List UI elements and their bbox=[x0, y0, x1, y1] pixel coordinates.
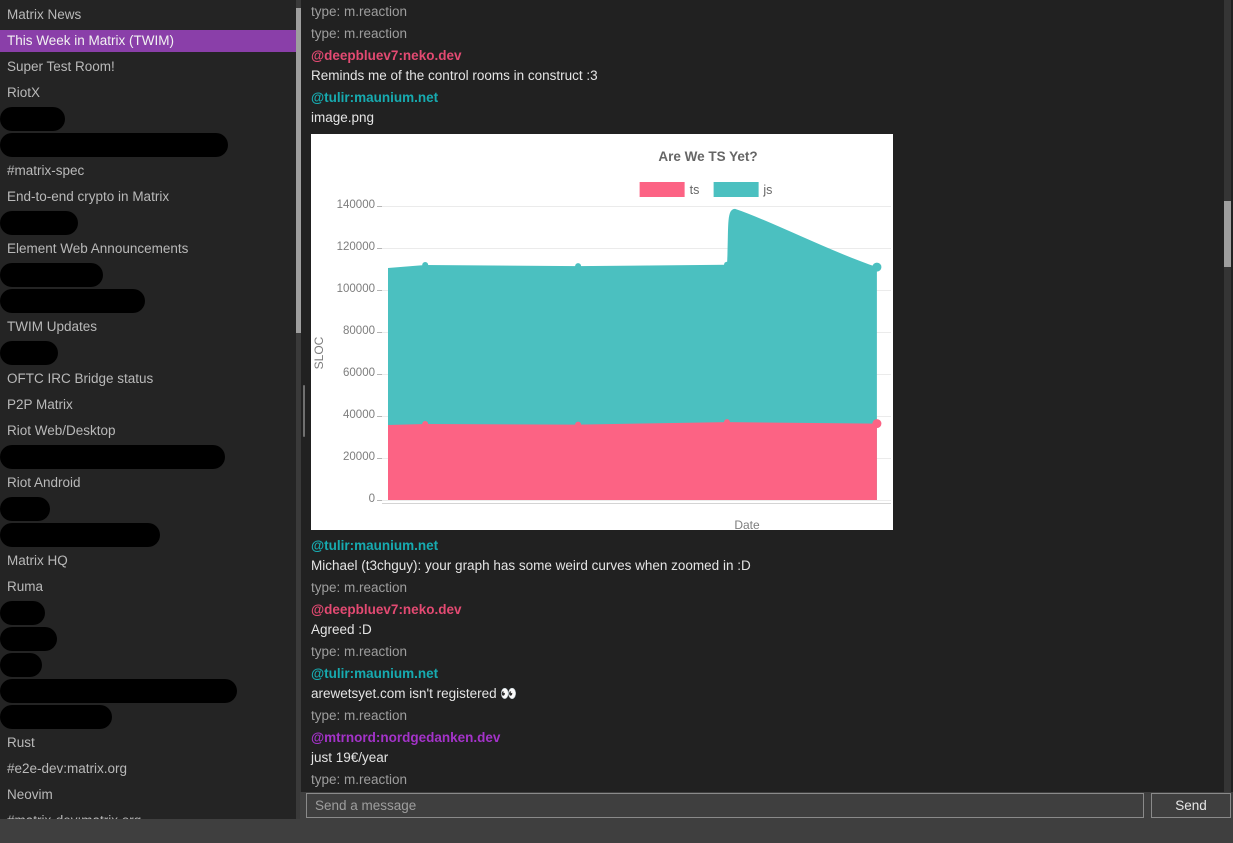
redaction-bar bbox=[0, 289, 145, 313]
redaction-bar bbox=[0, 133, 228, 157]
message-event-type: type: m.reaction bbox=[311, 706, 1224, 726]
room-list-item[interactable]: Rust bbox=[0, 730, 296, 756]
redaction-bar bbox=[0, 679, 237, 703]
room-list-item[interactable]: TWIM Updates bbox=[0, 314, 296, 340]
chat-scrollbar-track[interactable] bbox=[1224, 0, 1231, 792]
room-list-item[interactable]: Matrix News bbox=[0, 2, 296, 28]
room-list-item-redacted[interactable] bbox=[0, 444, 296, 470]
message-event-type: type: m.reaction bbox=[311, 770, 1224, 790]
room-list-item[interactable]: Super Test Room! bbox=[0, 54, 296, 80]
footer-strip bbox=[0, 819, 300, 843]
redaction-bar bbox=[0, 211, 78, 235]
y-tick-label: 20000 bbox=[311, 451, 375, 463]
redaction-bar bbox=[0, 601, 45, 625]
chart-x-axis-line bbox=[382, 503, 891, 504]
send-button[interactable]: Send bbox=[1151, 793, 1231, 818]
redaction-bar bbox=[0, 497, 50, 521]
message-timeline: type: m.reactiontype: m.reaction@deepblu… bbox=[300, 0, 1224, 792]
room-list-item-redacted[interactable] bbox=[0, 340, 296, 366]
room-list-item[interactable]: This Week in Matrix (TWIM) bbox=[0, 30, 296, 52]
room-list-item[interactable]: #matrix-dev:matrix.org bbox=[0, 808, 296, 819]
redaction-bar bbox=[0, 445, 225, 469]
y-tick-label: 0 bbox=[311, 493, 375, 505]
message-group: @tulir:maunium.netMichael (t3chguy): you… bbox=[311, 536, 1224, 790]
room-list-item[interactable]: RiotX bbox=[0, 80, 296, 106]
room-list-item[interactable]: #e2e-dev:matrix.org bbox=[0, 756, 296, 782]
message-event-type: type: m.reaction bbox=[311, 2, 1224, 22]
y-tick-label: 100000 bbox=[311, 283, 375, 295]
room-list-item-redacted[interactable] bbox=[0, 626, 296, 652]
message-sender[interactable]: @deepbluev7:neko.dev bbox=[311, 46, 1224, 66]
room-list-item-redacted[interactable] bbox=[0, 522, 296, 548]
room-list-item[interactable]: Riot Web/Desktop bbox=[0, 418, 296, 444]
room-list-item-redacted[interactable] bbox=[0, 288, 296, 314]
legend-swatch-js bbox=[713, 182, 758, 197]
y-tick-label: 140000 bbox=[311, 199, 375, 211]
chat-scrollbar-thumb[interactable] bbox=[1224, 201, 1231, 267]
room-list-item[interactable]: Neovim bbox=[0, 782, 296, 808]
room-list-item-redacted[interactable] bbox=[0, 132, 296, 158]
chart-legend: ts js bbox=[640, 182, 787, 197]
message-text: Reminds me of the control rooms in const… bbox=[311, 66, 1224, 86]
room-list-item-redacted[interactable] bbox=[0, 262, 296, 288]
message-group: type: m.reactiontype: m.reaction@deepblu… bbox=[311, 2, 1224, 128]
room-list-item[interactable]: Riot Android bbox=[0, 470, 296, 496]
room-list-item-redacted[interactable] bbox=[0, 210, 296, 236]
room-list-item-redacted[interactable] bbox=[0, 496, 296, 522]
chart-y-axis-label: SLOC bbox=[312, 323, 326, 383]
room-list-item[interactable]: Element Web Announcements bbox=[0, 236, 296, 262]
chart-title: Are We TS Yet? bbox=[658, 149, 757, 164]
room-list-item[interactable]: End-to-end crypto in Matrix bbox=[0, 184, 296, 210]
message-input[interactable] bbox=[306, 793, 1144, 818]
message-text: Agreed :D bbox=[311, 620, 1224, 640]
room-list-item-redacted[interactable] bbox=[0, 106, 296, 132]
message-text: arewetsyet.com isn't registered 👀 bbox=[311, 684, 1224, 704]
redaction-bar bbox=[0, 523, 160, 547]
message-sender[interactable]: @tulir:maunium.net bbox=[311, 88, 1224, 108]
room-list-item[interactable]: P2P Matrix bbox=[0, 392, 296, 418]
room-list-item[interactable]: OFTC IRC Bridge status bbox=[0, 366, 296, 392]
message-text: image.png bbox=[311, 108, 1224, 128]
redaction-bar bbox=[0, 341, 58, 365]
chart-canvas bbox=[388, 206, 891, 500]
message-sender[interactable]: @deepbluev7:neko.dev bbox=[311, 600, 1224, 620]
redaction-bar bbox=[0, 705, 112, 729]
redaction-bar bbox=[0, 263, 103, 287]
app-root: { "colors": { "selected_room_bg": "#8a3f… bbox=[0, 0, 1233, 843]
y-tick-label: 120000 bbox=[311, 241, 375, 253]
message-text: Michael (t3chguy): your graph has some w… bbox=[311, 556, 1224, 576]
room-list-item-redacted[interactable] bbox=[0, 600, 296, 626]
attached-image-chart[interactable]: Are We TS Yet? ts js 0200004000060000800… bbox=[311, 134, 893, 530]
room-list-item[interactable]: #matrix-spec bbox=[0, 158, 296, 184]
legend-label-ts: ts bbox=[690, 183, 700, 197]
message-sender[interactable]: @mtrnord:nordgedanken.dev bbox=[311, 728, 1224, 748]
redaction-bar bbox=[0, 107, 65, 131]
room-list-item-redacted[interactable] bbox=[0, 652, 296, 678]
redaction-bar bbox=[0, 627, 57, 651]
room-list-item[interactable]: Ruma bbox=[0, 574, 296, 600]
room-list-item[interactable]: Matrix HQ bbox=[0, 548, 296, 574]
room-list-item-redacted[interactable] bbox=[0, 678, 296, 704]
room-list-item-redacted[interactable] bbox=[0, 704, 296, 730]
y-tick-label: 40000 bbox=[311, 409, 375, 421]
redaction-bar bbox=[0, 653, 42, 677]
legend-swatch-ts bbox=[640, 182, 685, 197]
legend-label-js: js bbox=[763, 183, 772, 197]
message-text: just 19€/year bbox=[311, 748, 1224, 768]
room-list-sidebar: Matrix NewsThis Week in Matrix (TWIM)Sup… bbox=[0, 0, 296, 819]
message-sender[interactable]: @tulir:maunium.net bbox=[311, 536, 1224, 556]
message-event-type: type: m.reaction bbox=[311, 578, 1224, 598]
message-event-type: type: m.reaction bbox=[311, 642, 1224, 662]
message-sender[interactable]: @tulir:maunium.net bbox=[311, 664, 1224, 684]
chart-x-axis-label: Date bbox=[717, 518, 777, 530]
message-event-type: type: m.reaction bbox=[311, 24, 1224, 44]
